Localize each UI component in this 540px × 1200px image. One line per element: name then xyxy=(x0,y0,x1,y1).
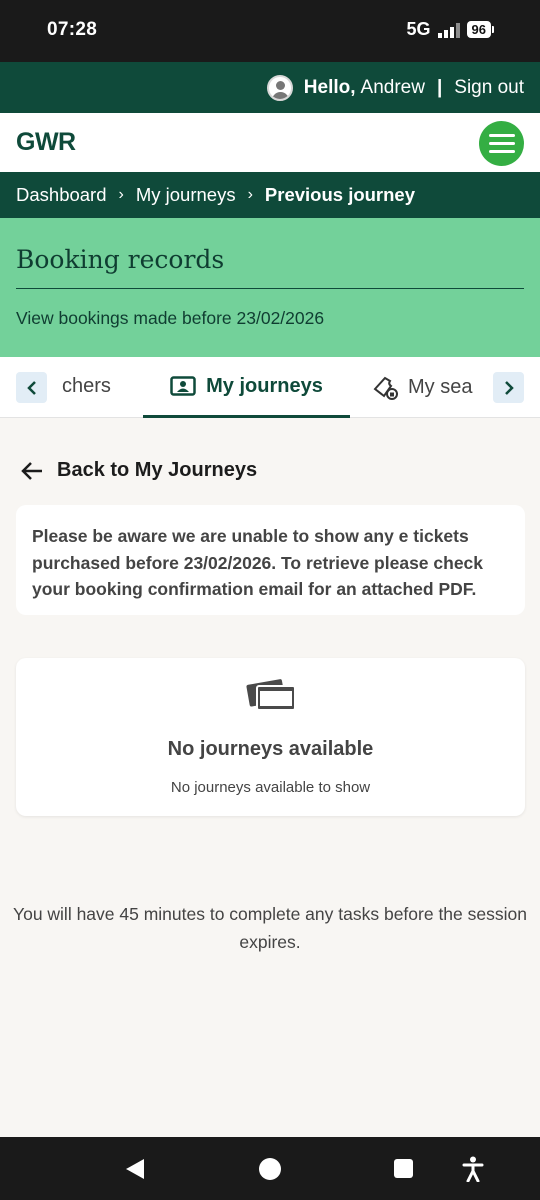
arrow-left-icon xyxy=(21,461,42,480)
breadcrumb-dashboard[interactable]: Dashboard xyxy=(16,184,107,206)
avatar[interactable] xyxy=(266,74,293,101)
tab-label: My journeys xyxy=(206,374,323,397)
cards-icon xyxy=(246,679,296,711)
tabs-scroll-left-button[interactable] xyxy=(16,372,47,403)
breadcrumb-current: Previous journey xyxy=(264,184,416,205)
chevron-right-icon: › xyxy=(247,186,253,203)
notice-text: Please be aware we are unable to show an… xyxy=(32,526,484,599)
chevron-right-icon xyxy=(504,380,514,395)
system-nav-bar xyxy=(0,1137,540,1200)
back-link-label: Back to My Journeys xyxy=(57,459,258,481)
divider xyxy=(16,288,524,289)
status-indicators: 5G 96 xyxy=(407,19,494,40)
back-to-journeys-link[interactable]: Back to My Journeys xyxy=(20,459,257,482)
signal-icon xyxy=(437,22,460,38)
user-bar: Hello, Andrew | Sign out xyxy=(0,62,540,113)
empty-state-card: No journeys available No journeys availa… xyxy=(16,658,525,816)
sign-out-link[interactable]: Sign out xyxy=(454,77,524,99)
greeting: Hello, xyxy=(303,76,356,98)
accessibility-icon[interactable] xyxy=(462,1156,484,1182)
battery-level: 96 xyxy=(466,21,491,38)
page-title: Booking records xyxy=(16,245,225,274)
network-type: 5G xyxy=(406,19,431,39)
tabs-scroll-right-button[interactable] xyxy=(493,372,524,403)
nav-recents-icon[interactable] xyxy=(394,1159,413,1178)
tab-my-journeys[interactable]: My journeys xyxy=(143,357,350,418)
tabs-bar: chers My journeys My sea xyxy=(0,357,540,418)
tab-label: My sea xyxy=(408,376,473,398)
nav-back-icon[interactable] xyxy=(126,1159,144,1179)
tab-vouchers[interactable]: chers xyxy=(62,375,111,398)
tab-my-season[interactable]: My sea xyxy=(372,357,480,418)
page-subtitle: View bookings made before 23/02/2026 xyxy=(16,308,325,328)
status-time: 07:28 xyxy=(47,19,98,40)
session-timeout-text: You will have 45 minutes to complete any… xyxy=(13,904,527,952)
ticket-person-icon xyxy=(170,376,196,396)
empty-state-title: No journeys available xyxy=(167,738,374,760)
user-name: Andrew xyxy=(360,76,425,98)
chevron-right-icon: › xyxy=(118,186,124,203)
menu-button[interactable] xyxy=(479,121,524,166)
chevron-left-icon xyxy=(26,380,36,395)
notice-card: Please be aware we are unable to show an… xyxy=(16,505,525,615)
breadcrumb-my-journeys[interactable]: My journeys xyxy=(136,184,236,206)
hamburger-icon xyxy=(488,134,515,137)
season-ticket-icon xyxy=(373,376,398,400)
page-hero: Booking records View bookings made befor… xyxy=(0,218,540,357)
status-bar: 07:28 5G 96 xyxy=(0,0,540,62)
header: GWR xyxy=(0,113,540,172)
breadcrumb: Dashboard › My journeys › Previous journ… xyxy=(0,172,540,218)
empty-state-subtitle: No journeys available to show xyxy=(170,779,371,796)
nav-home-icon[interactable] xyxy=(259,1158,281,1180)
divider: | xyxy=(436,76,443,98)
battery-icon: 96 xyxy=(466,21,494,38)
gwr-logo[interactable]: GWR xyxy=(16,128,76,157)
